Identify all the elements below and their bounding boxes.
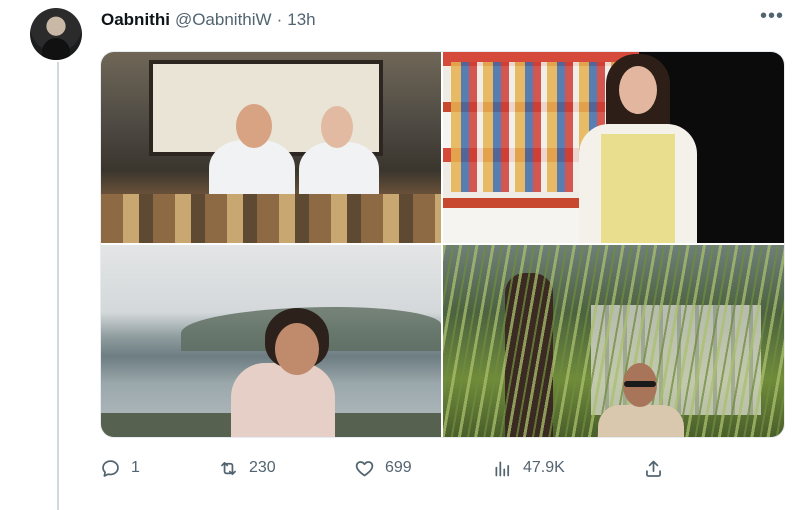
- photo-vest: [601, 134, 675, 243]
- tweet-header: Oabnithi @OabnithiW · 13h: [101, 9, 316, 31]
- photo-face: [275, 323, 319, 375]
- reply-icon: [102, 459, 119, 477]
- tweet-timestamp[interactable]: 13h: [287, 10, 315, 30]
- views-button[interactable]: 47.9K: [492, 455, 565, 481]
- photo-woman-lake-view[interactable]: [101, 245, 441, 437]
- photo-person: [231, 363, 335, 437]
- more-horizontal-icon: •••: [760, 5, 785, 27]
- photo-face: [321, 106, 353, 148]
- tweet-actions: 1 230 699 47.9K: [100, 455, 680, 481]
- reply-count: 1: [131, 459, 140, 476]
- photo-face: [236, 104, 272, 148]
- media-grid: [100, 51, 785, 438]
- heart-icon: [355, 460, 374, 476]
- author-name[interactable]: Oabnithi: [101, 10, 170, 30]
- photo-person: [598, 405, 684, 437]
- retweet-icon: [221, 461, 236, 475]
- analytics-icon: [495, 461, 510, 476]
- avatar[interactable]: [30, 8, 82, 60]
- photo-face: [619, 66, 657, 114]
- reply-button[interactable]: 1: [100, 455, 140, 481]
- like-count: 699: [385, 459, 412, 476]
- share-icon: [646, 460, 661, 477]
- photo-man-under-willow[interactable]: [443, 245, 784, 437]
- retweet-button[interactable]: 230: [218, 455, 276, 481]
- author-handle[interactable]: @OabnithiW: [175, 10, 272, 30]
- thread-connector-line: [57, 62, 59, 510]
- photo-sunglasses: [624, 381, 656, 387]
- more-options-button[interactable]: •••: [760, 6, 784, 30]
- like-button[interactable]: 699: [354, 455, 412, 481]
- share-button[interactable]: [643, 455, 674, 481]
- header-separator: ·: [276, 10, 283, 29]
- photo-family-restaurant[interactable]: [101, 52, 441, 243]
- photo-vending-machine-girl[interactable]: [443, 52, 784, 243]
- retweet-count: 230: [249, 459, 276, 476]
- restaurant-table: [101, 194, 441, 243]
- views-count: 47.9K: [523, 459, 565, 476]
